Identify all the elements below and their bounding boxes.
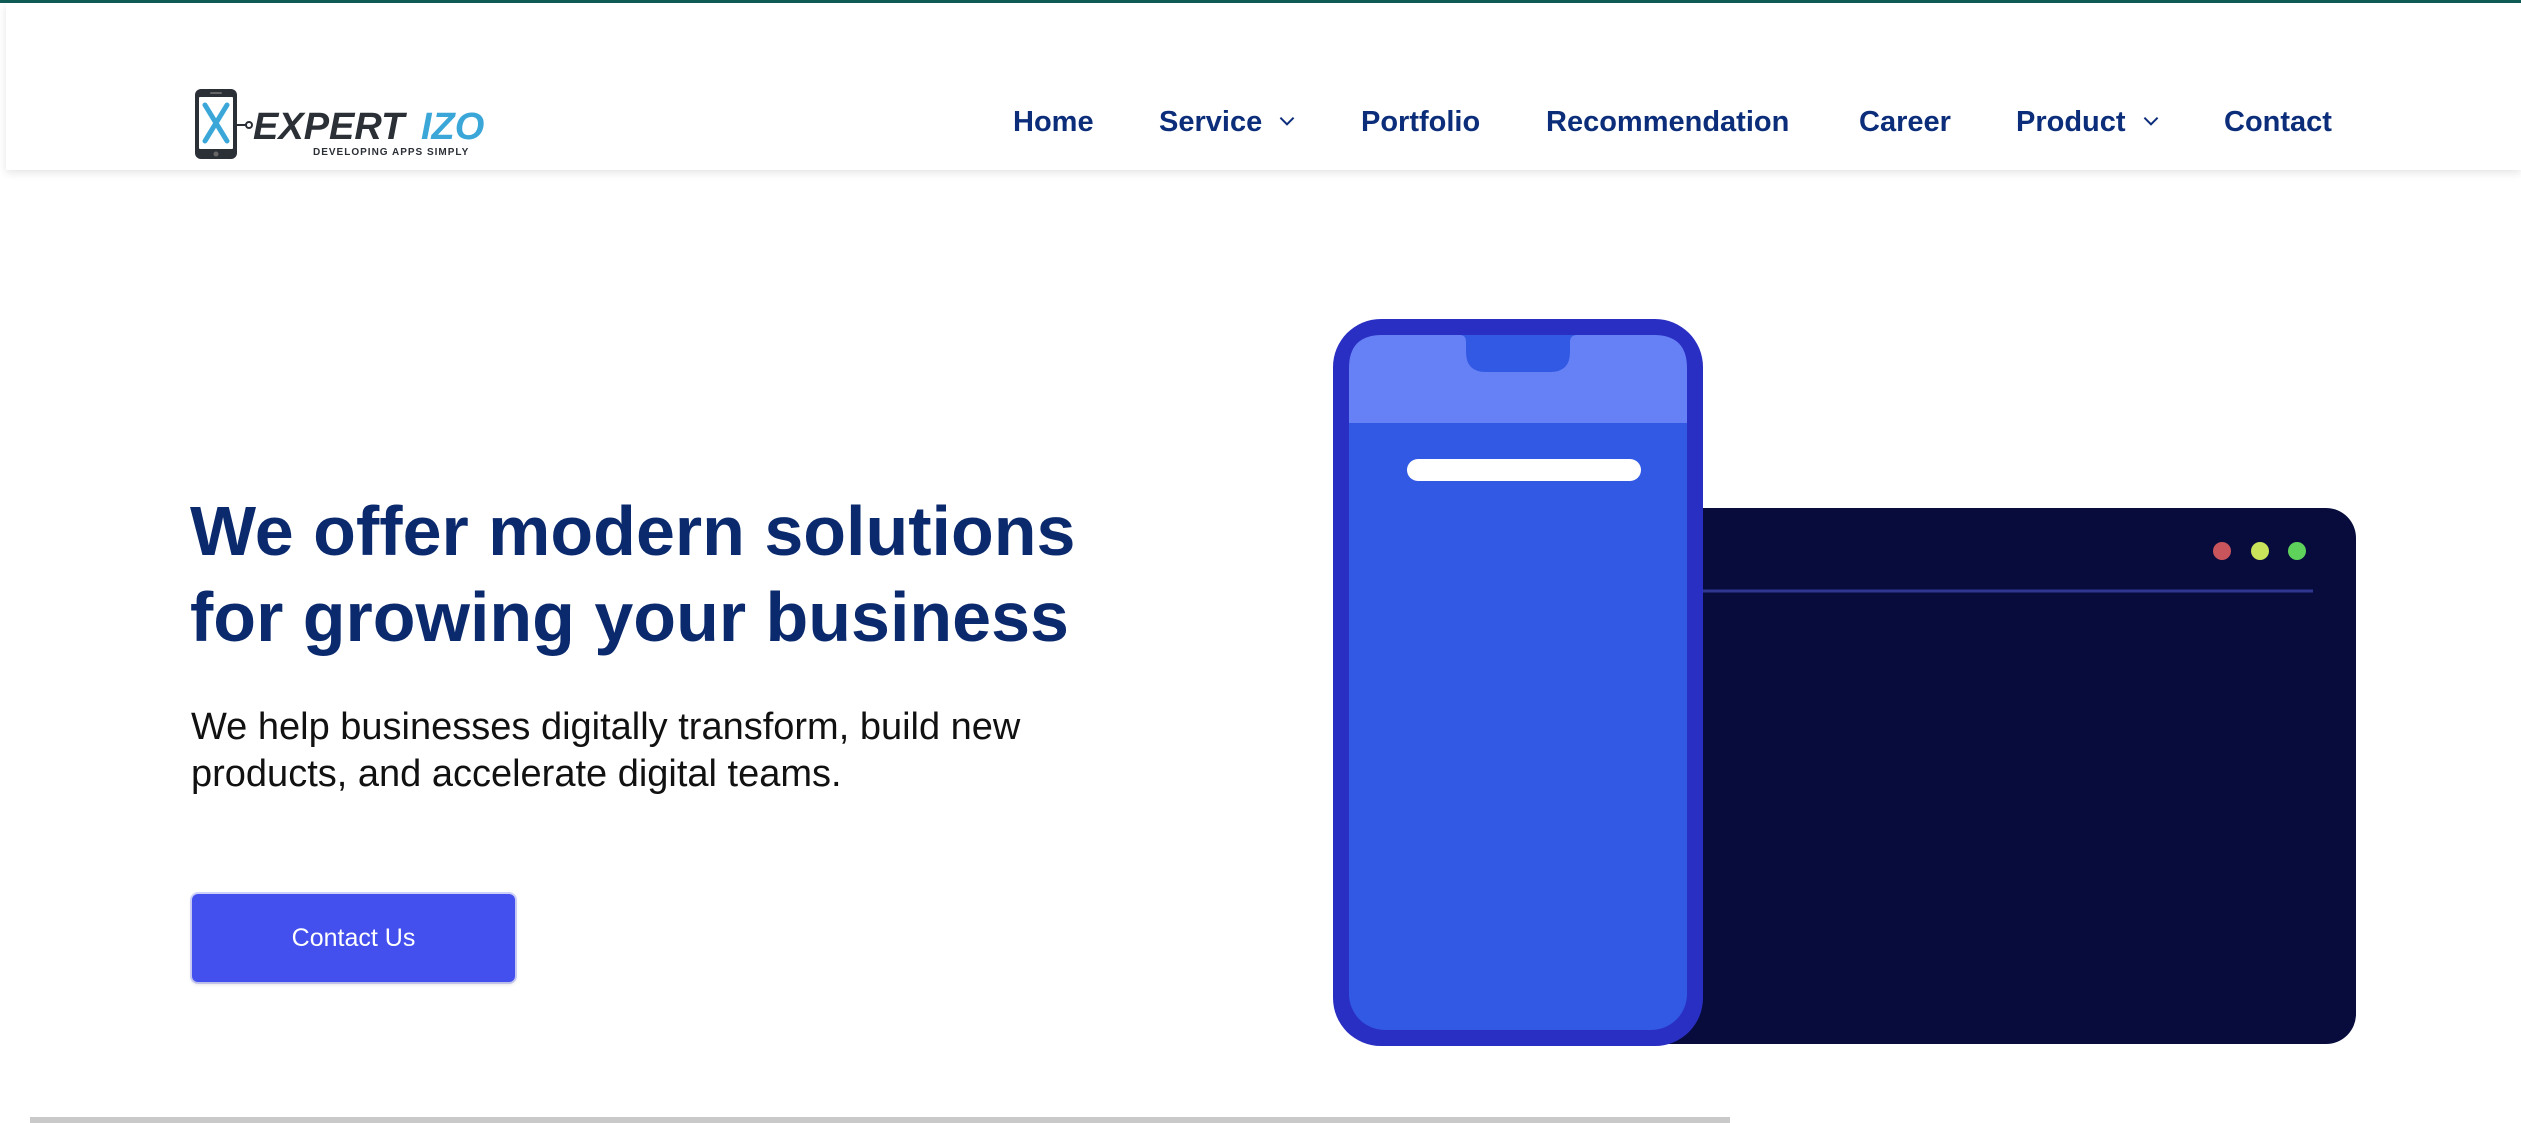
hero-illustration — [1333, 319, 2356, 1046]
horizontal-scrollbar[interactable] — [30, 1117, 1730, 1123]
nav-item-contact[interactable]: Contact — [2224, 102, 2332, 142]
phone-x-icon — [195, 89, 253, 159]
hero-title-line1: We offer modern solutions — [190, 492, 1076, 570]
window-minimize-dot-icon — [2251, 542, 2269, 560]
nav-item-label: Product — [2016, 106, 2126, 138]
site-logo[interactable]: EXPERT IZO DEVELOPING APPS SIMPLY — [193, 87, 493, 161]
chevron-down-icon — [1279, 117, 1295, 127]
nav-item-career[interactable]: Career — [1859, 102, 1951, 142]
nav-item-label: Home — [1013, 106, 1094, 138]
window-maximize-dot-icon — [2288, 542, 2306, 560]
hero-title: We offer modern solutions for growing yo… — [190, 488, 1190, 660]
hero-title-line2: for growing your business — [190, 578, 1069, 656]
nav-item-label: Service — [1159, 106, 1263, 138]
nav-item-service[interactable]: Service — [1159, 102, 1298, 142]
nav-item-label: Portfolio — [1361, 106, 1481, 138]
nav-item-portfolio[interactable]: Portfolio — [1361, 102, 1480, 142]
nav-item-label: Career — [1859, 106, 1951, 138]
logo-brand-dark: EXPERT — [253, 106, 407, 148]
page: EXPERT IZO DEVELOPING APPS SIMPLY Home S… — [0, 0, 2521, 1123]
nav-item-label: Contact — [2224, 106, 2332, 138]
nav-item-home[interactable]: Home — [1013, 102, 1094, 142]
hero-subtitle-line2: products, and accelerate digital teams. — [191, 753, 842, 795]
logo-brand-accent: IZO — [421, 106, 484, 148]
window-close-dot-icon — [2213, 542, 2231, 560]
phone-illustration — [1333, 319, 1703, 1046]
hero-subtitle: We help businesses digitally transform, … — [191, 704, 1191, 798]
logo-tagline: DEVELOPING APPS SIMPLY — [313, 147, 469, 158]
hero-subtitle-line1: We help businesses digitally transform, … — [191, 706, 1021, 748]
nav-item-product[interactable]: Product — [2016, 102, 2162, 142]
contact-us-button[interactable]: Contact Us — [192, 894, 515, 982]
nav-item-label: Recommendation — [1546, 106, 1790, 138]
chevron-down-icon — [2143, 117, 2158, 127]
desktop-window-illustration — [1620, 508, 2356, 1044]
nav-item-recommendation[interactable]: Recommendation — [1546, 102, 1789, 142]
